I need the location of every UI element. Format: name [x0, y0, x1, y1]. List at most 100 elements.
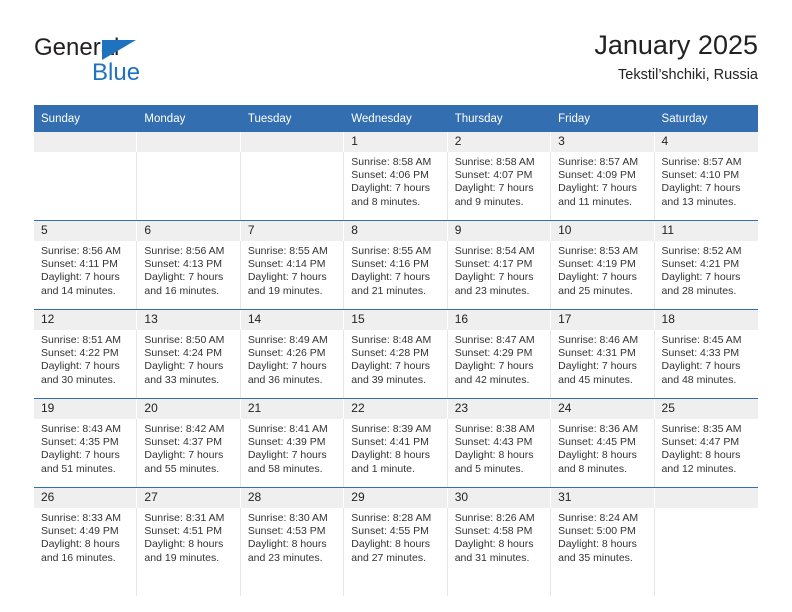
- day-cell[interactable]: 2 Sunrise: 8:58 AM Sunset: 4:07 PM Daylight…: [447, 132, 552, 240]
- sun-times-line: Daylight: 7 hours: [247, 449, 327, 462]
- day-cell[interactable]: 20 Sunrise: 8:42 AM Sunset: 4:37 PM Dayligh…: [137, 398, 241, 507]
- day-cell[interactable]: 10 Sunrise: 8:53 AM Sunset: 4:19 PM Dayligh…: [551, 220, 655, 329]
- sun-times-line: and 19 minutes.: [144, 551, 220, 564]
- sun-times-line: and 8 minutes.: [351, 195, 421, 208]
- day-cell[interactable]: 25 Sunrise: 8:35 AM Sunset: 4:47 PM Dayligh…: [654, 398, 758, 488]
- sun-times-line: Sunrise: 8:50 AM: [144, 334, 225, 346]
- sun-times: Sunrise: 8:56 AM Sunset: 4:13 PM Daylight:…: [137, 241, 239, 298]
- day-cell[interactable]: 17 Sunrise: 8:46 AM Sunset: 4:31 PM Dayligh…: [551, 309, 655, 418]
- sun-times-line: and 14 minutes.: [41, 284, 116, 297]
- day-number: 29: [344, 488, 448, 508]
- title-block: January 2025 Tekstil’shchiki, Russia: [594, 28, 758, 86]
- day-cell[interactable]: 26 Sunrise: 8:33 AM Sunset: 4:49 PM Dayligh…: [34, 487, 138, 596]
- sun-times-line: Sunset: 4:49 PM: [41, 525, 119, 538]
- sun-times-line: Sunset: 4:10 PM: [661, 169, 740, 182]
- sun-times-line: and 23 minutes.: [247, 551, 323, 564]
- sun-times-line: Sunset: 4:28 PM: [351, 347, 429, 360]
- day-cell[interactable]: 1 Sunrise: 8:58 AM Sunset: 4:06 PM Daylight…: [344, 132, 448, 240]
- page-title: January 2025: [594, 30, 758, 60]
- day-number: [137, 132, 241, 152]
- sun-times-line: Sunset: 4:22 PM: [41, 347, 119, 360]
- sun-times-line: Daylight: 7 hours: [454, 360, 534, 373]
- day-cell[interactable]: 4 Sunrise: 8:57 AM Sunset: 4:10 PM Daylight…: [654, 132, 758, 221]
- sun-times-line: Sunrise: 8:35 AM: [661, 423, 742, 435]
- day-number: 11: [654, 221, 758, 241]
- day-cell[interactable]: 11 Sunrise: 8:52 AM Sunset: 4:21 PM Dayligh…: [654, 220, 758, 310]
- general-blue-logo[interactable]: General Blue: [34, 34, 234, 92]
- sun-times-line: Daylight: 8 hours: [144, 538, 224, 551]
- sun-times-line: Daylight: 7 hours: [351, 182, 431, 195]
- day-cell[interactable]: 13 Sunrise: 8:50 AM Sunset: 4:24 PM Dayligh…: [137, 309, 241, 418]
- sun-times: Sunrise: 8:48 AM Sunset: 4:28 PM Daylight:…: [344, 330, 446, 387]
- day-cell[interactable]: 9 Sunrise: 8:54 AM Sunset: 4:17 PM Daylight…: [447, 220, 552, 329]
- weekday-header-sunday: Sunday: [34, 105, 138, 132]
- day-cell[interactable]: 12 Sunrise: 8:51 AM Sunset: 4:22 PM Dayligh…: [34, 309, 138, 418]
- sun-times-line: Daylight: 8 hours: [247, 538, 327, 551]
- day-cell[interactable]: 5 Sunrise: 8:56 AM Sunset: 4:11 PM Daylight…: [34, 220, 138, 329]
- sun-times: Sunrise: 8:24 AM Sunset: 5:00 PM Daylight:…: [551, 508, 653, 565]
- sun-times-line: Sunrise: 8:31 AM: [144, 512, 225, 524]
- sun-times-line: Sunrise: 8:47 AM: [454, 334, 535, 346]
- day-cell[interactable]: 23 Sunrise: 8:38 AM Sunset: 4:43 PM Dayligh…: [447, 398, 552, 507]
- sun-times-line: Daylight: 7 hours: [144, 449, 224, 462]
- day-cell[interactable]: 19 Sunrise: 8:43 AM Sunset: 4:35 PM Dayligh…: [34, 398, 138, 507]
- sun-times-line: Daylight: 8 hours: [558, 449, 637, 462]
- sun-times-line: Sunset: 4:39 PM: [247, 436, 326, 449]
- day-number: 9: [447, 221, 552, 241]
- day-cell[interactable]: 24 Sunrise: 8:36 AM Sunset: 4:45 PM Dayligh…: [551, 398, 655, 507]
- sun-times-line: Daylight: 7 hours: [661, 271, 741, 284]
- sun-times: Sunrise: 8:56 AM Sunset: 4:11 PM Daylight:…: [34, 241, 136, 298]
- day-cell[interactable]: 14 Sunrise: 8:49 AM Sunset: 4:26 PM Dayligh…: [240, 309, 345, 418]
- sun-times: Sunrise: 8:55 AM Sunset: 4:14 PM Daylight:…: [241, 241, 343, 298]
- day-cell[interactable]: 31 Sunrise: 8:24 AM Sunset: 5:00 PM Dayligh…: [551, 487, 655, 596]
- calendar-page: General Blue January 2025 Tekstil’shchik…: [0, 0, 792, 612]
- sun-times-line: and 19 minutes.: [247, 284, 323, 297]
- sun-times-line: Daylight: 8 hours: [351, 538, 431, 551]
- sun-times: Sunrise: 8:28 AM Sunset: 4:55 PM Daylight:…: [344, 508, 446, 565]
- sun-times-line: Sunrise: 8:42 AM: [144, 423, 225, 435]
- sun-times-line: Sunset: 4:37 PM: [144, 436, 223, 449]
- sun-times: [34, 152, 136, 156]
- sun-times-line: Sunrise: 8:52 AM: [661, 245, 742, 257]
- day-cell[interactable]: 6 Sunrise: 8:56 AM Sunset: 4:13 PM Daylight…: [137, 220, 241, 329]
- sun-times-line: Sunrise: 8:41 AM: [247, 423, 328, 435]
- day-cell-empty: [137, 132, 241, 240]
- day-cell[interactable]: 8 Sunrise: 8:55 AM Sunset: 4:16 PM Daylight…: [344, 220, 448, 329]
- sun-times-line: and 31 minutes.: [454, 551, 530, 564]
- day-cell[interactable]: 7 Sunrise: 8:55 AM Sunset: 4:14 PM Daylight…: [240, 220, 345, 329]
- day-number: [34, 132, 138, 152]
- calendar-week-row: 5 Sunrise: 8:56 AM Sunset: 4:11 PM Daylight…: [34, 220, 758, 329]
- day-cell-inner: [655, 508, 758, 596]
- sun-times-line: Sunrise: 8:58 AM: [454, 156, 535, 168]
- sun-times: Sunrise: 8:38 AM Sunset: 4:43 PM Daylight:…: [448, 419, 550, 476]
- sun-times-line: Sunrise: 8:46 AM: [558, 334, 639, 346]
- day-cell[interactable]: 15 Sunrise: 8:48 AM Sunset: 4:28 PM Dayligh…: [344, 309, 448, 418]
- day-cell[interactable]: 22 Sunrise: 8:39 AM Sunset: 4:41 PM Dayligh…: [344, 398, 448, 507]
- sun-times-line: and 12 minutes.: [661, 462, 737, 475]
- day-cell[interactable]: 16 Sunrise: 8:47 AM Sunset: 4:29 PM Dayligh…: [447, 309, 552, 418]
- day-cell[interactable]: 21 Sunrise: 8:41 AM Sunset: 4:39 PM Dayligh…: [240, 398, 345, 507]
- day-cell[interactable]: 29 Sunrise: 8:28 AM Sunset: 4:55 PM Dayligh…: [344, 487, 448, 596]
- weekday-header-monday: Monday: [137, 105, 241, 132]
- sun-times: Sunrise: 8:42 AM Sunset: 4:37 PM Daylight:…: [137, 419, 239, 476]
- day-number: 2: [447, 132, 552, 152]
- sun-times-line: Sunrise: 8:56 AM: [144, 245, 225, 257]
- day-number: 13: [137, 310, 241, 330]
- sun-times-line: Daylight: 7 hours: [144, 271, 224, 284]
- day-number: 31: [551, 488, 655, 508]
- day-number: 19: [34, 399, 138, 419]
- sun-times-line: Daylight: 7 hours: [41, 449, 120, 462]
- sun-times-line: Sunrise: 8:53 AM: [558, 245, 639, 257]
- sun-times-line: Sunset: 4:17 PM: [454, 258, 533, 271]
- sun-times-line: and 13 minutes.: [661, 195, 737, 208]
- day-cell[interactable]: 30 Sunrise: 8:26 AM Sunset: 4:58 PM Dayligh…: [447, 487, 552, 596]
- sun-times-line: Sunset: 4:26 PM: [247, 347, 326, 360]
- sun-times-line: and 35 minutes.: [558, 551, 633, 564]
- sun-times-line: Sunrise: 8:48 AM: [351, 334, 432, 346]
- page-header: General Blue January 2025 Tekstil’shchik…: [34, 28, 758, 98]
- day-cell[interactable]: 3 Sunrise: 8:57 AM Sunset: 4:09 PM Daylight…: [551, 132, 655, 240]
- day-cell[interactable]: 27 Sunrise: 8:31 AM Sunset: 4:51 PM Dayligh…: [137, 487, 241, 596]
- day-cell[interactable]: 28 Sunrise: 8:30 AM Sunset: 4:53 PM Dayligh…: [240, 487, 345, 596]
- sun-times-line: and 23 minutes.: [454, 284, 530, 297]
- day-cell[interactable]: 18 Sunrise: 8:45 AM Sunset: 4:33 PM Dayligh…: [654, 309, 758, 399]
